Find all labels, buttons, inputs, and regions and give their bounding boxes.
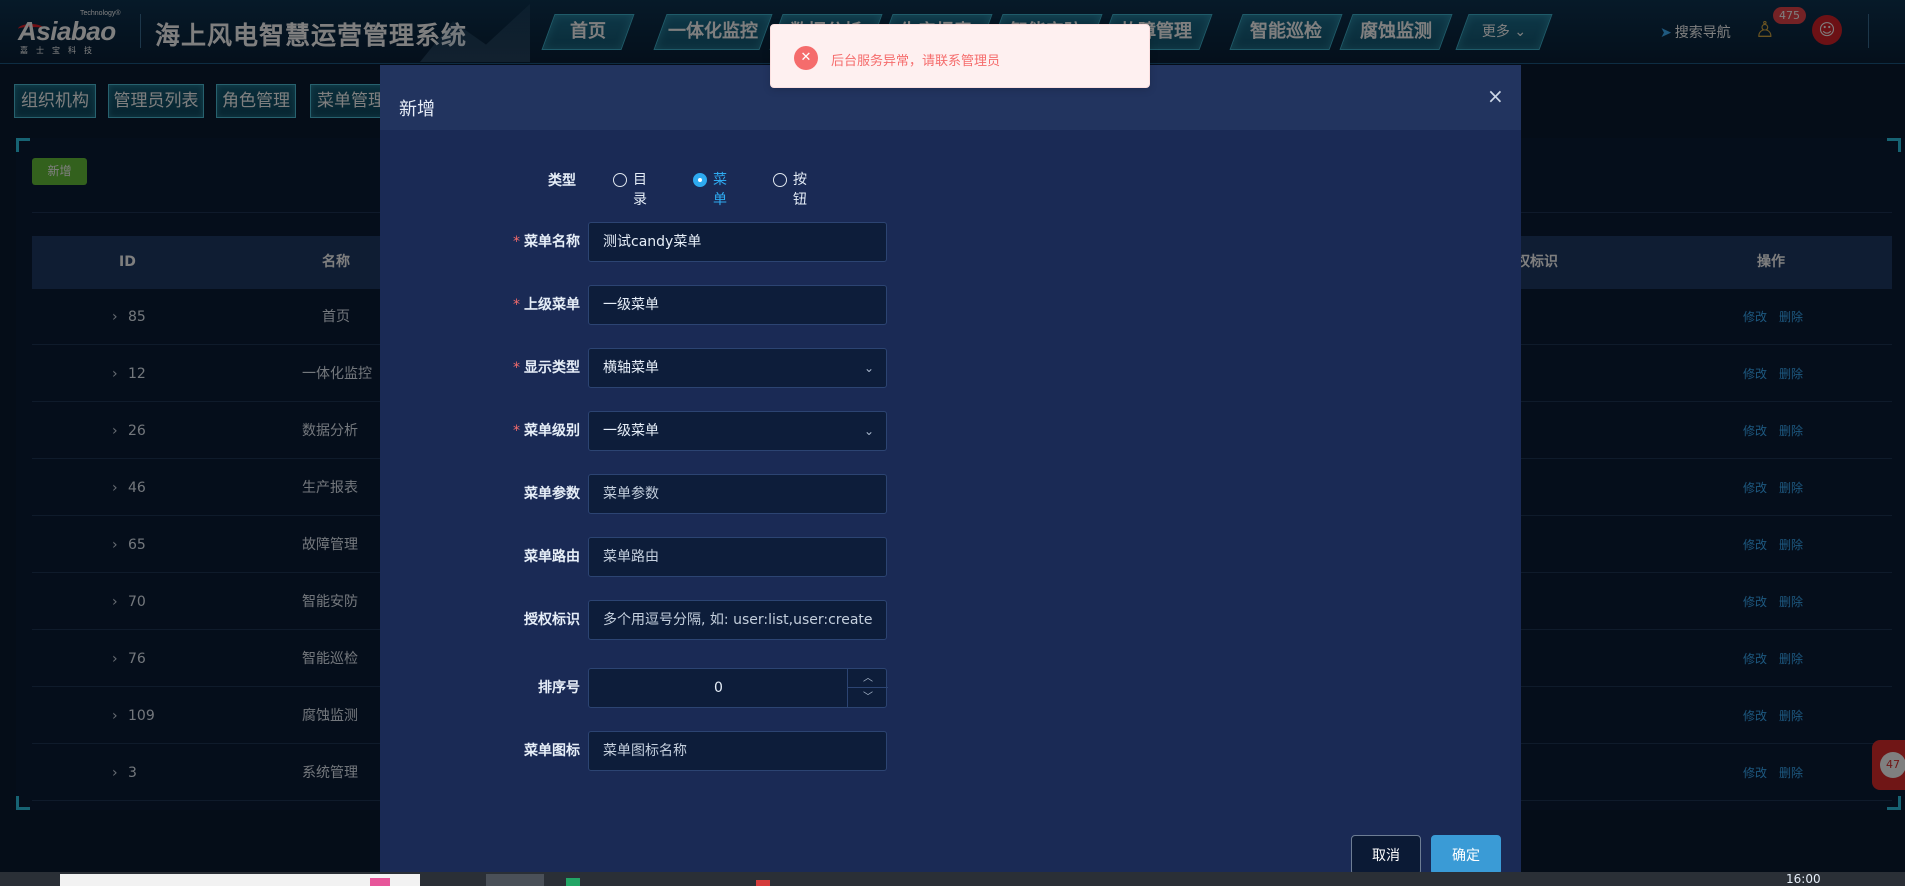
- chevron-up-icon[interactable]: ︿: [848, 669, 888, 688]
- chevron-down-icon: ⌄: [863, 424, 874, 438]
- required-mark: *: [513, 234, 520, 250]
- taskbar-clock: 16:00: [1786, 872, 1821, 886]
- menu-name-input[interactable]: 测试candy菜单: [588, 222, 887, 262]
- parent-menu-label: * 上级菜单: [380, 294, 580, 314]
- taskbar-app-icon[interactable]: [370, 878, 390, 886]
- sort-stepper[interactable]: 0 ︿ ﹀: [588, 668, 888, 708]
- radio-label: 目录: [633, 172, 647, 208]
- taskbar-app-icon[interactable]: [756, 880, 770, 886]
- menu-route-input[interactable]: 菜单路由: [588, 537, 887, 577]
- required-mark: *: [513, 423, 520, 439]
- select-value: 横轴菜单: [603, 360, 659, 376]
- close-icon[interactable]: ×: [1487, 84, 1504, 108]
- type-label: 类型: [548, 173, 576, 189]
- error-icon: ✕: [794, 46, 818, 70]
- required-mark: *: [513, 297, 520, 313]
- required-mark: *: [513, 360, 520, 376]
- field-label: 菜单名称: [524, 234, 580, 250]
- taskbar-app-icon[interactable]: [486, 874, 544, 886]
- field-label: 显示类型: [524, 360, 580, 376]
- display-type-select[interactable]: 横轴菜单 ⌄: [588, 348, 887, 388]
- radio-dot: [693, 173, 707, 187]
- radio-directory[interactable]: 目录: [613, 170, 647, 208]
- confirm-button[interactable]: 确定: [1431, 835, 1501, 875]
- field-label: 上级菜单: [524, 297, 580, 313]
- add-menu-dialog: 新增 × 类型 目录 菜单 按钮 * 菜单名称 测试candy菜单 * 上级菜单 一…: [380, 65, 1521, 886]
- menu-params-label: 菜单参数: [524, 486, 580, 502]
- taskbar-app-icon[interactable]: [566, 878, 580, 886]
- display-type-label: * 显示类型: [380, 357, 580, 377]
- radio-menu[interactable]: 菜单: [693, 170, 727, 208]
- radio-label: 按钮: [793, 172, 807, 208]
- field-label: 菜单级别: [524, 423, 580, 439]
- taskbar-window[interactable]: [60, 874, 420, 886]
- stepper-controls: ︿ ﹀: [847, 669, 888, 707]
- chevron-down-icon[interactable]: ﹀: [848, 688, 888, 707]
- menu-icon-label: 菜单图标: [524, 743, 580, 759]
- menu-route-label: 菜单路由: [524, 549, 580, 565]
- parent-menu-input[interactable]: 一级菜单: [588, 285, 887, 325]
- menu-level-select[interactable]: 一级菜单 ⌄: [588, 411, 887, 451]
- os-taskbar: 16:00: [0, 872, 1905, 886]
- menu-name-label: * 菜单名称: [380, 231, 580, 251]
- radio-dot: [613, 173, 627, 187]
- auth-code-label: 授权标识: [524, 612, 580, 628]
- toast-message: 后台服务异常，请联系管理员: [831, 54, 1001, 69]
- radio-button[interactable]: 按钮: [773, 170, 807, 208]
- menu-level-label: * 菜单级别: [380, 420, 580, 440]
- sort-value[interactable]: 0: [589, 669, 848, 707]
- auth-code-input[interactable]: 多个用逗号分隔, 如: user:list,user:create: [588, 600, 887, 640]
- dialog-title: 新增: [399, 99, 435, 120]
- menu-params-input[interactable]: 菜单参数: [588, 474, 887, 514]
- radio-dot: [773, 173, 787, 187]
- menu-icon-input[interactable]: 菜单图标名称: [588, 731, 887, 771]
- sort-label: 排序号: [538, 680, 580, 696]
- chevron-down-icon: ⌄: [863, 361, 874, 375]
- error-toast: ✕ 后台服务异常，请联系管理员: [770, 24, 1150, 88]
- select-value: 一级菜单: [603, 423, 659, 439]
- cancel-button[interactable]: 取消: [1351, 835, 1421, 875]
- radio-label: 菜单: [713, 172, 727, 208]
